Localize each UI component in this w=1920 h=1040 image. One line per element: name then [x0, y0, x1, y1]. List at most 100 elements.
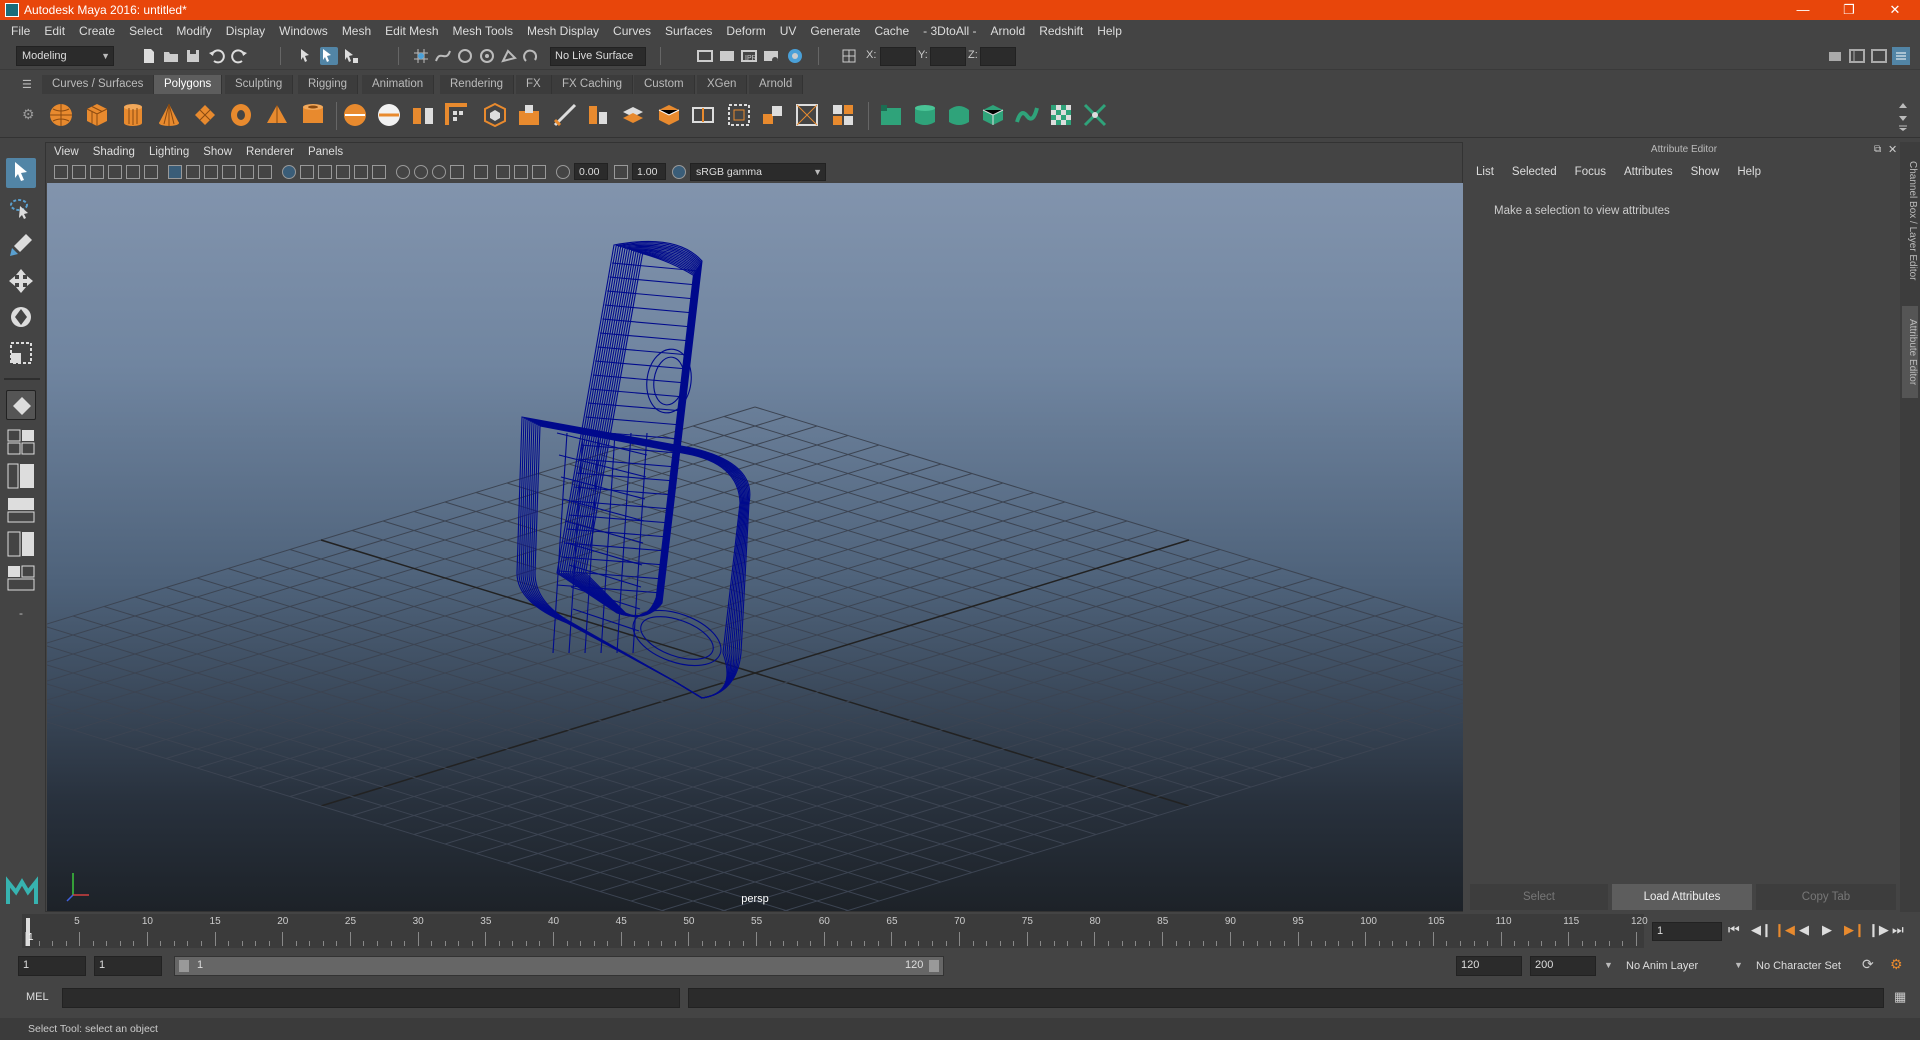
- step-forward-frame-icon[interactable]: ❙▶: [1868, 922, 1889, 938]
- modeling-toolkit-icon[interactable]: [1826, 47, 1844, 65]
- xray-joints-icon[interactable]: [532, 165, 546, 179]
- vp-menu-renderer[interactable]: Renderer: [246, 146, 302, 158]
- film-gate-icon[interactable]: [186, 165, 200, 179]
- 2d-pan-zoom-icon[interactable]: [126, 165, 140, 179]
- hypershade-icon[interactable]: [786, 47, 804, 65]
- range-end-handle[interactable]: [929, 960, 939, 972]
- automatic-uv-icon[interactable]: [980, 102, 1006, 128]
- planar-uv-icon[interactable]: [878, 102, 904, 128]
- separate-icon[interactable]: [376, 102, 402, 128]
- image-plane-icon[interactable]: [108, 165, 122, 179]
- anim-layer-dropdown[interactable]: No Anim Layer: [1620, 956, 1740, 976]
- open-scene-icon[interactable]: [162, 47, 180, 65]
- menu-cache[interactable]: Cache: [867, 24, 916, 38]
- ae-select-button[interactable]: Select: [1470, 884, 1608, 910]
- scene-start-field[interactable]: 1: [18, 956, 86, 976]
- go-to-end-icon[interactable]: ⏭: [1892, 922, 1904, 938]
- resolution-gate-icon[interactable]: [204, 165, 218, 179]
- tab-polygons[interactable]: Polygons: [154, 75, 223, 94]
- menu-create[interactable]: Create: [72, 24, 122, 38]
- menu-select[interactable]: Select: [122, 24, 169, 38]
- menu-edit-mesh[interactable]: Edit Mesh: [378, 24, 445, 38]
- save-scene-icon[interactable]: [184, 47, 202, 65]
- append-polygon-icon[interactable]: [586, 102, 612, 128]
- play-backwards-icon[interactable]: ◀: [1799, 922, 1809, 938]
- bookmark-icon[interactable]: [90, 165, 104, 179]
- spherical-uv-icon[interactable]: [946, 102, 972, 128]
- menu-edit[interactable]: Edit: [37, 24, 72, 38]
- render-view-icon[interactable]: [696, 47, 714, 65]
- snap-to-surface-icon[interactable]: [522, 47, 540, 65]
- animation-preferences-icon[interactable]: ⚙: [1890, 956, 1903, 973]
- exposure-field[interactable]: 0.00: [574, 163, 608, 180]
- gate-mask-icon[interactable]: [222, 165, 236, 179]
- menu-curves[interactable]: Curves: [606, 24, 658, 38]
- vp-menu-view[interactable]: View: [54, 146, 87, 158]
- tab-curves-surfaces[interactable]: Curves / Surfaces: [42, 75, 155, 94]
- poly-cylinder-icon[interactable]: [120, 102, 146, 128]
- load-attributes-button[interactable]: Load Attributes: [1612, 884, 1752, 910]
- vp-menu-shading[interactable]: Shading: [93, 146, 143, 158]
- poly-pyramid-icon[interactable]: [264, 102, 290, 128]
- range-slider-bar[interactable]: 1 120: [174, 956, 944, 976]
- four-view-layout-button[interactable]: [6, 428, 36, 456]
- play-forwards-icon[interactable]: ▶: [1822, 922, 1832, 938]
- smooth-icon[interactable]: [444, 102, 470, 128]
- tab-rendering[interactable]: Rendering: [440, 75, 515, 94]
- exposure-icon[interactable]: [556, 165, 570, 179]
- select-tool-button[interactable]: [6, 158, 36, 188]
- xray-active-components-icon[interactable]: [514, 165, 528, 179]
- perspective-viewport[interactable]: persp: [47, 183, 1463, 911]
- offset-edge-loop-icon[interactable]: [726, 102, 752, 128]
- smooth-shade-icon[interactable]: [300, 165, 314, 179]
- grease-pencil-icon[interactable]: [144, 165, 158, 179]
- isolate-select-icon[interactable]: [474, 165, 488, 179]
- menu-deform[interactable]: Deform: [719, 24, 772, 38]
- toolbox-collapse-button[interactable]: -: [6, 606, 36, 628]
- tab-fx-caching[interactable]: FX Caching: [552, 75, 634, 94]
- tab-fx[interactable]: FX: [516, 75, 552, 94]
- menu-set-dropdown[interactable]: Modeling ▼: [16, 46, 114, 66]
- shelf-scroll-arrows-icon[interactable]: [1898, 100, 1908, 132]
- snap-to-view-plane-icon[interactable]: [478, 47, 496, 65]
- script-editor-icon[interactable]: ▦: [1894, 989, 1906, 1005]
- shelf-menu-icon[interactable]: ☰: [22, 78, 32, 91]
- command-input[interactable]: [62, 988, 680, 1008]
- cylindrical-uv-icon[interactable]: [912, 102, 938, 128]
- lasso-tool-button[interactable]: [6, 194, 36, 224]
- playback-end-field[interactable]: 120: [1456, 956, 1522, 976]
- target-weld-icon[interactable]: [760, 102, 786, 128]
- menu-3dtoall[interactable]: - 3DtoAll -: [916, 24, 983, 38]
- channel-box-tab[interactable]: Channel Box / Layer Editor: [1902, 150, 1918, 292]
- poly-cone-icon[interactable]: [156, 102, 182, 128]
- toggle-channel-box-icon[interactable]: [1892, 47, 1910, 65]
- float-panel-icon[interactable]: ⧉: [1874, 144, 1881, 155]
- auto-key-icon[interactable]: ⟳: [1862, 956, 1874, 973]
- grid-icon[interactable]: [168, 165, 182, 179]
- persp-hypershade-layout-button[interactable]: [6, 530, 36, 558]
- command-language-label[interactable]: MEL: [26, 991, 49, 1003]
- menu-arnold[interactable]: Arnold: [984, 24, 1033, 38]
- bevel-icon[interactable]: [482, 102, 508, 128]
- ae-menu-attributes[interactable]: Attributes: [1624, 166, 1673, 178]
- menu-redshift[interactable]: Redshift: [1032, 24, 1090, 38]
- step-forward-key-icon[interactable]: ▶❙: [1844, 922, 1865, 938]
- range-start-handle[interactable]: [179, 960, 189, 972]
- multi-cut-icon[interactable]: [656, 102, 682, 128]
- vp-menu-lighting[interactable]: Lighting: [149, 146, 197, 158]
- z-coord-field[interactable]: [980, 47, 1016, 66]
- toggle-tool-settings-icon[interactable]: [1870, 47, 1888, 65]
- textured-icon[interactable]: [354, 165, 368, 179]
- x-coord-field[interactable]: [880, 47, 916, 66]
- combine-icon[interactable]: [342, 102, 368, 128]
- view-transform-dropdown[interactable]: sRGB gamma ▼: [690, 163, 826, 181]
- scene-canvas[interactable]: [47, 183, 1463, 911]
- chevron-down-icon[interactable]: ▼: [1734, 960, 1743, 970]
- snap-to-point-icon[interactable]: [456, 47, 474, 65]
- menu-modify[interactable]: Modify: [169, 24, 218, 38]
- persp-uv-layout-button[interactable]: [6, 564, 36, 592]
- ae-menu-selected[interactable]: Selected: [1512, 166, 1557, 178]
- poly-plane-icon[interactable]: [192, 102, 218, 128]
- merge-icon[interactable]: [794, 102, 820, 128]
- insert-edge-loop-icon[interactable]: [690, 102, 716, 128]
